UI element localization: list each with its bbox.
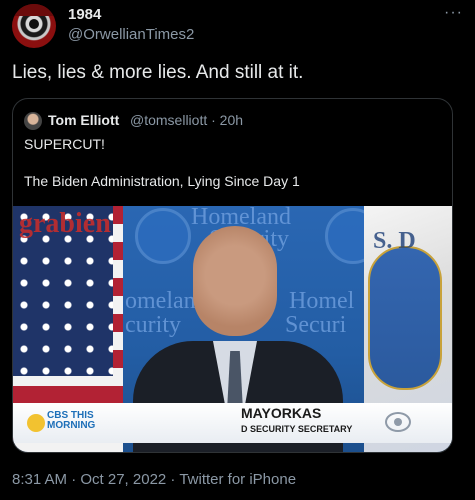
quoted-author-avatar[interactable] (24, 112, 42, 130)
cbs-eye-icon (385, 412, 411, 432)
lower-third-name: MAYORKAS (241, 405, 322, 421)
cbs-sun-icon (27, 414, 45, 432)
speaker-head (193, 226, 277, 336)
more-options-icon[interactable]: ··· (444, 4, 463, 22)
backdrop-text-curity: curity (125, 312, 181, 338)
tweet-timestamp[interactable]: 8:31 AM · Oct 27, 2022 · Twitter for iPh… (12, 471, 296, 488)
dhs-seal-left (135, 208, 191, 264)
backdrop-text-homel: Homel (289, 288, 355, 314)
backdrop-text-securi: Securi (285, 312, 347, 338)
quoted-tweet[interactable]: Tom Elliott @tomselliott · 20h SUPERCUT!… (12, 98, 453, 453)
avatar-eyelid (12, 4, 56, 16)
author-name[interactable]: 1984 (68, 6, 101, 23)
tweet-text: Lies, lies & more lies. And still at it. (12, 62, 304, 83)
dhs-flag-text: S. D (373, 228, 416, 254)
author-handle[interactable]: @OrwellianTimes2 (68, 26, 194, 43)
quoted-author-handle-time[interactable]: @tomselliott · 20h (130, 112, 243, 128)
dhs-emblem (368, 246, 442, 390)
network-label: CBS THIS MORNING (47, 410, 96, 431)
grabien-watermark: grabien (19, 208, 111, 239)
tweet-header: 1984 @OrwellianTimes2 ··· (12, 4, 463, 48)
quoted-video[interactable]: Homeland Security omeland curity Homel S… (13, 206, 452, 452)
lower-third-title: D SECURITY SECRETARY (241, 424, 353, 434)
author-avatar[interactable] (12, 4, 56, 48)
quoted-text-line1: SUPERCUT! (24, 136, 105, 152)
quoted-text-line2: The Biden Administration, Lying Since Da… (24, 173, 300, 189)
avatar-eye-icon (29, 19, 39, 29)
quoted-author-name[interactable]: Tom Elliott (48, 112, 119, 128)
